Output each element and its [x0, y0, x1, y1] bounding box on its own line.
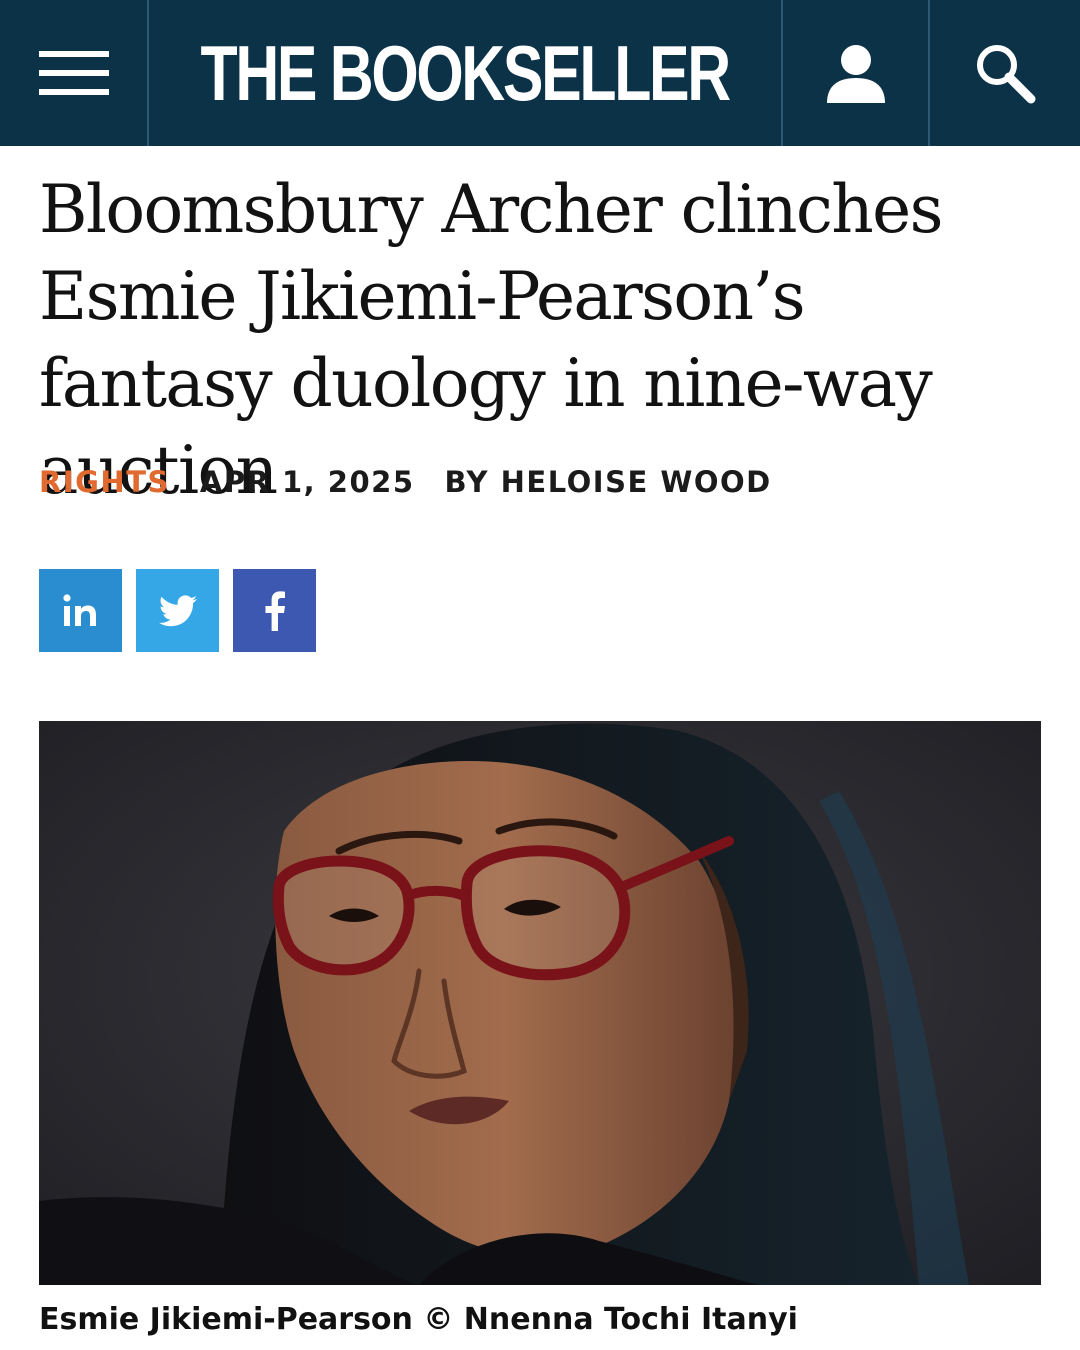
- account-button[interactable]: [783, 0, 928, 146]
- portrait-image: [39, 721, 1041, 1285]
- twitter-icon: [158, 594, 197, 626]
- search-button[interactable]: [930, 0, 1080, 146]
- site-logo: THE BOOKSELLER: [200, 29, 732, 117]
- category-link[interactable]: RIGHTS: [39, 465, 170, 499]
- user-icon: [826, 45, 885, 103]
- hamburger-menu-icon: [39, 51, 109, 95]
- publish-date: APR 1, 2025: [199, 465, 415, 499]
- site-header: THE BOOKSELLER: [0, 0, 1080, 146]
- share-facebook-button[interactable]: [233, 569, 316, 652]
- site-logo-link[interactable]: THE BOOKSELLER: [149, 0, 781, 146]
- share-twitter-button[interactable]: [136, 569, 219, 652]
- author-photo: [39, 721, 1041, 1285]
- share-bar: [39, 569, 316, 652]
- linkedin-icon: [62, 593, 96, 626]
- article-meta: RIGHTS APR 1, 2025 BY HELOISE WOOD: [39, 462, 772, 502]
- facebook-icon: [265, 590, 285, 631]
- photo-caption: Esmie Jikiemi-Pearson © Nnenna Tochi Ita…: [39, 1302, 798, 1337]
- menu-button[interactable]: [0, 0, 148, 146]
- share-linkedin-button[interactable]: [39, 569, 122, 652]
- author-byline[interactable]: BY HELOISE WOOD: [445, 465, 772, 499]
- search-icon: [977, 45, 1036, 104]
